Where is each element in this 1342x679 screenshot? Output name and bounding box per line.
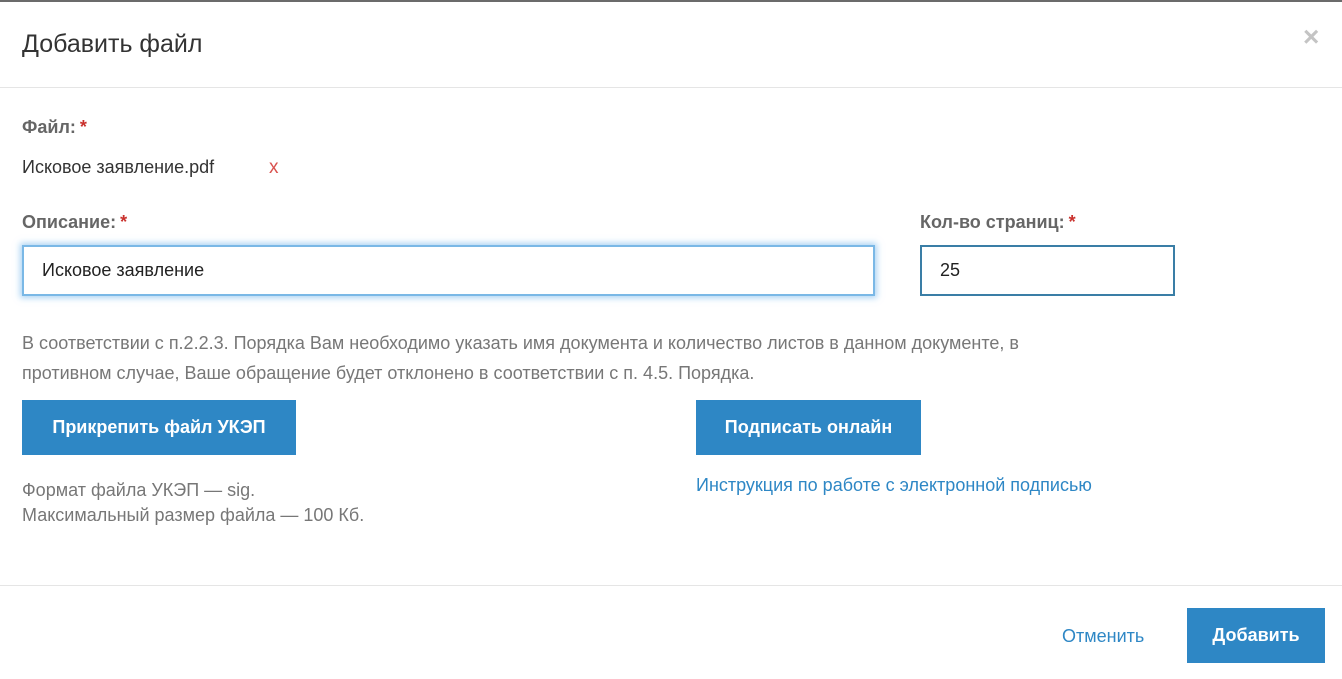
add-file-dialog: Добавить файл × Файл: * Исковое заявление… bbox=[0, 0, 1342, 679]
file-label: Файл: bbox=[22, 117, 76, 137]
requirements-notice: В соответствии с п.2.2.3. Порядка Вам не… bbox=[22, 328, 1272, 388]
notice-line: противном случае, Ваше обращение будет о… bbox=[22, 363, 755, 383]
attach-signature-file-button[interactable]: Прикрепить файл УКЭП bbox=[22, 400, 296, 455]
required-mark: * bbox=[79, 117, 87, 137]
close-icon[interactable]: × bbox=[1303, 22, 1319, 52]
file-label-group: Файл: * bbox=[22, 117, 87, 138]
description-label: Описание: bbox=[22, 212, 117, 232]
dialog-header: Добавить файл × bbox=[0, 2, 1342, 88]
signature-instructions-link[interactable]: Инструкция по работе с электронной подпи… bbox=[696, 475, 1092, 496]
pages-label-group: Кол-во страниц: * bbox=[920, 212, 1076, 233]
remove-file-button[interactable]: x bbox=[269, 157, 279, 179]
add-button[interactable]: Добавить bbox=[1187, 608, 1325, 663]
page-count-input[interactable] bbox=[920, 245, 1175, 296]
description-label-group: Описание: * bbox=[22, 212, 127, 233]
description-input[interactable] bbox=[22, 245, 875, 296]
dialog-title: Добавить файл bbox=[22, 30, 203, 58]
pages-label: Кол-во страниц: bbox=[920, 212, 1065, 232]
sign-online-button[interactable]: Подписать онлайн bbox=[696, 400, 921, 455]
footer-divider bbox=[0, 585, 1342, 586]
attached-file-name: Исковое заявление.pdf bbox=[22, 157, 215, 177]
notice-line: В соответствии с п.2.2.3. Порядка Вам не… bbox=[22, 333, 1019, 353]
required-mark: * bbox=[120, 212, 128, 232]
signature-size-hint: Максимальный размер файла — 100 Кб. bbox=[22, 505, 365, 525]
cancel-button[interactable]: Отменить bbox=[1062, 626, 1144, 647]
required-mark: * bbox=[1068, 212, 1076, 232]
signature-format-hint: Формат файла УКЭП — sig. bbox=[22, 480, 256, 500]
